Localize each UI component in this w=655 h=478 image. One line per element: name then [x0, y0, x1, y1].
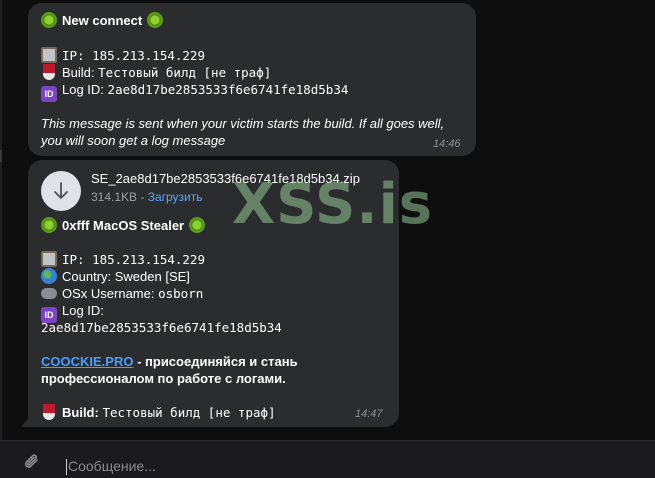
chat-left-border: [0, 0, 2, 440]
logid-value: 2ae8d17be2853533f6e6741fe18d5b34: [41, 320, 282, 335]
message-composer: [0, 440, 655, 478]
country-row: Country: Sweden [SE]: [41, 268, 190, 285]
logid-value: 2ae8d17be2853533f6e6741fe18d5b34: [107, 82, 349, 97]
watermark: XSS.is: [232, 172, 434, 237]
stealer-title: 0xfff MacOS Stealer: [62, 218, 185, 233]
osx-label: OSx Username:: [62, 286, 155, 301]
promo-text-line2: профессионалом по работе с логами.: [41, 371, 286, 386]
id-icon: ID: [41, 86, 57, 102]
file-meta-separator: -: [137, 190, 148, 204]
country-text: Country: Sweden [SE]: [62, 269, 190, 284]
gamepad-icon: [41, 288, 57, 299]
build-label: Build:: [62, 65, 95, 80]
virus-icon: [41, 217, 57, 233]
ip-text: IP: 185.213.154.229: [62, 48, 205, 63]
build-label: Build:: [62, 405, 99, 420]
clipboard-icon: [41, 47, 57, 63]
build-value: Тестовый билд [не траф]: [102, 405, 276, 420]
virus-icon: [189, 217, 206, 233]
file-meta: 314.1KB - Загрузить: [91, 189, 203, 206]
wine-glass-icon: [43, 64, 55, 80]
logid-label: Log ID:: [62, 303, 104, 318]
wine-glass-icon: [43, 404, 55, 420]
build-row: Build: Тестовый билд [не траф]: [41, 64, 271, 81]
paperclip-icon[interactable]: [22, 451, 42, 473]
message-time: 14:47: [355, 408, 383, 420]
ip-text: IP: 185.213.154.229: [62, 252, 205, 267]
build-value: Тестовый билд [не траф]: [98, 65, 272, 80]
message-time: 14:46: [433, 138, 461, 150]
file-size: 314.1KB: [91, 190, 138, 204]
virus-icon: [147, 12, 164, 28]
logid-label: Log ID:: [62, 82, 104, 97]
message-input[interactable]: [68, 455, 628, 477]
message-title: New connect: [62, 13, 143, 28]
promo-row: COOCKIE.PRO - присоединяйся и стань: [41, 353, 298, 370]
text-caret: [66, 459, 67, 475]
clipboard-icon: [41, 251, 57, 267]
build-row: Build: Тестовый билд [не траф]: [41, 404, 276, 421]
logid-row: ID Log ID: 2ae8d17be2853533f6e6741fe18d5b…: [41, 81, 348, 102]
download-link[interactable]: Загрузить: [148, 190, 203, 204]
message-note: This message is sent when your victim st…: [41, 116, 445, 148]
download-arrow-icon: [54, 182, 68, 199]
message-title-row: New connect: [41, 12, 168, 29]
promo-link[interactable]: COOCKIE.PRO: [41, 354, 133, 369]
message-bubble-new-connect[interactable]: New connect IP: 185.213.154.229 Build: Т…: [28, 3, 476, 156]
bubble-tail: [21, 415, 31, 427]
stealer-title-row: 0xfff MacOS Stealer: [41, 217, 210, 234]
ip-row: IP: 185.213.154.229: [41, 47, 205, 64]
ip-row: IP: 185.213.154.229: [41, 251, 205, 268]
virus-icon: [41, 12, 57, 28]
chat-area: New connect IP: 185.213.154.229 Build: Т…: [0, 0, 655, 440]
promo-text: - присоединяйся и стань: [133, 354, 298, 369]
download-button[interactable]: [41, 171, 81, 211]
chat-left-notch: [0, 150, 2, 162]
globe-icon: [41, 268, 57, 284]
osx-row: OSx Username: osborn: [41, 285, 203, 302]
osx-value: osborn: [158, 286, 204, 301]
